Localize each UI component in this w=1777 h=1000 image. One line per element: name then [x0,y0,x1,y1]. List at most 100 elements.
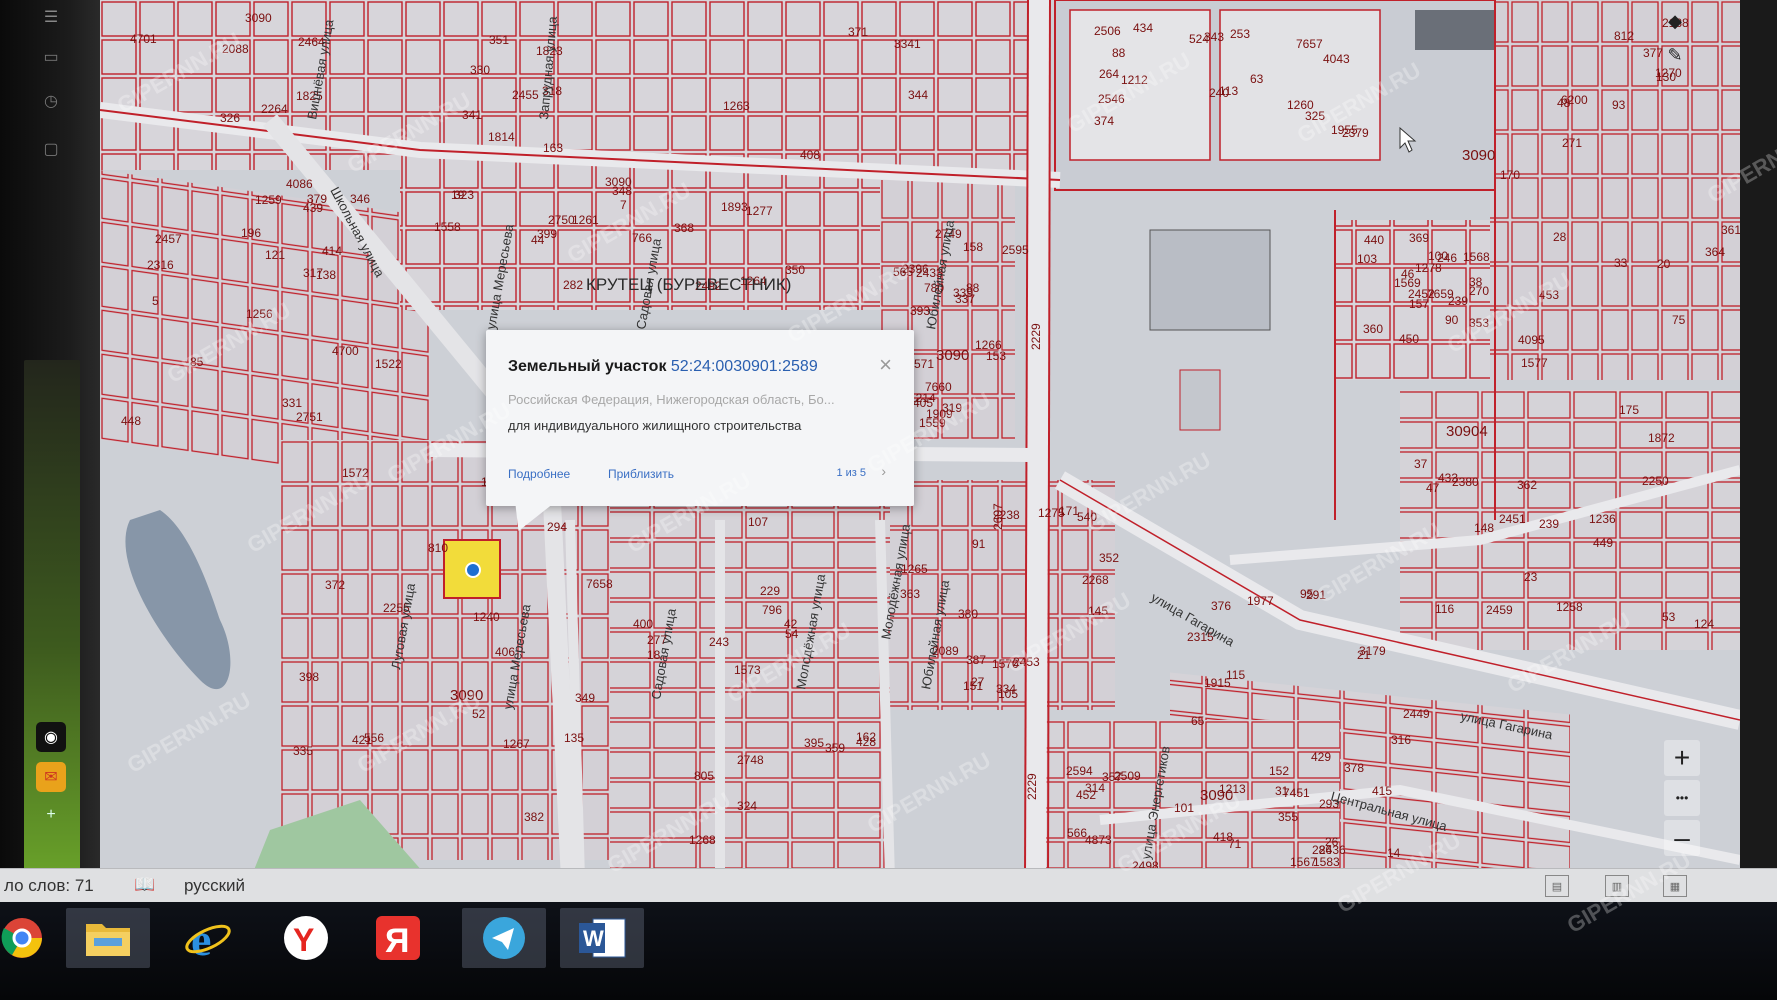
yandex-browser-icon[interactable]: Y [264,908,348,968]
parcel-number[interactable]: 452 [1076,788,1096,802]
parcel-number[interactable]: 2457 [155,232,182,246]
parcel-number[interactable]: 400 [633,617,653,631]
parcel-number[interactable]: 440 [1364,233,1384,247]
parcel-number[interactable]: 151 [963,679,983,693]
parcel-number[interactable]: 1261 [572,213,599,227]
parcel-number[interactable]: 113 [1219,84,1238,98]
parcel-number[interactable]: 2594 [1066,764,1093,778]
parcel-number[interactable]: 100 [1428,249,1448,263]
parcel-number[interactable]: 124 [1694,617,1714,631]
parcel-number[interactable]: 812 [1614,29,1634,43]
parcel-number[interactable]: 21 [1357,648,1371,662]
parcel-number[interactable]: 163 [543,141,563,155]
parcel-number[interactable]: 23 [1524,570,1538,584]
parcel-number[interactable]: 2449 [1403,707,1430,721]
parcel-number[interactable]: 63 [1250,72,1264,86]
parcel-number[interactable]: 2088 [222,42,249,56]
parcel-number[interactable]: 453 [1539,288,1559,302]
parcel-number[interactable]: 103 [1357,252,1377,266]
parcel-number[interactable]: 382 [524,810,544,824]
more-button[interactable]: ••• [1664,780,1700,816]
parcel-number[interactable]: 271 [1562,136,1582,150]
parcel-number[interactable]: 566 [1067,826,1087,840]
parcel-number[interactable]: 805 [694,769,714,783]
parcel-number[interactable]: 1259 [255,193,282,207]
parcel-number[interactable]: 360 [1363,322,1383,336]
parcel-number[interactable]: 449 [1593,536,1613,550]
parcel-number[interactable]: 565 [893,265,913,279]
parcel-number[interactable]: 540 [1077,510,1097,524]
parcel-number[interactable]: 1583 [1313,855,1340,869]
yandex-icon[interactable]: Я [356,908,440,968]
map-canvas[interactable]: 24552457 76612141240805127512781270123619… [100,0,1740,880]
parcel-number[interactable]: 4043 [1323,52,1350,66]
parcel-number[interactable]: 796 [762,603,782,617]
parcel-number[interactable]: 810 [428,541,448,555]
parcel-number[interactable]: 105 [998,687,1018,701]
zoom-in-button[interactable]: + [1664,740,1700,776]
parcel-number[interactable]: 376 [1211,599,1231,613]
file-explorer-icon[interactable] [66,908,150,968]
parcel-number[interactable]: 28 [1553,230,1567,244]
cadastral-number-link[interactable]: 52:24:0030901:2589 [671,358,818,375]
parcel-number[interactable]: 428 [856,735,876,749]
parcel-number[interactable]: 399 [537,227,557,241]
parcel-number[interactable]: 253 [1230,27,1250,41]
parcel-number[interactable]: 418 [1213,830,1233,844]
parcel-number[interactable]: 48 [1557,96,1571,110]
parcel-number[interactable]: 46 [1401,267,1415,281]
parcel-number[interactable]: 85 [190,355,204,369]
parcel-number[interactable]: 2316 [147,258,174,272]
parcel-number[interactable]: 351 [489,33,509,47]
parcel-number[interactable]: 344 [908,88,928,102]
word-count[interactable]: ло слов: 71 [4,876,94,896]
parcel-number[interactable]: 371 [848,25,868,39]
parcel-number[interactable]: 325 [1305,109,1325,123]
parcel-number[interactable]: 359 [825,741,845,755]
zoom-out-button[interactable]: – [1664,820,1700,856]
parcel-number[interactable]: 316 [1391,733,1411,747]
parcel-number[interactable]: 52 [472,707,486,721]
parcel-number[interactable]: 1268 [689,833,716,847]
parcel-number[interactable]: 355 [1278,810,1298,824]
parcel-number[interactable]: 395 [804,736,824,750]
parcel-number[interactable]: 4095 [1518,333,1545,347]
parcel-number[interactable]: 115 [1226,668,1245,682]
parcel-number[interactable]: 1263 [723,99,750,113]
parcel-number[interactable]: 1577 [1521,356,1548,370]
parcel-number[interactable]: 374 [1094,114,1114,128]
parcel-number[interactable]: 2250 [1642,474,1669,488]
parcel-number[interactable]: 2380 [1452,475,1479,489]
parcel-number[interactable]: 1277 [746,204,773,218]
tool-icon-2[interactable]: ▭ [36,42,66,72]
parcel-number[interactable]: 88 [966,281,980,295]
parcel-number[interactable]: 1814 [488,130,515,144]
parcel-number[interactable]: 2453 [1013,655,1040,669]
parcel-number[interactable]: 331 [282,396,302,410]
parcel-number[interactable]: 1267 [503,737,530,751]
parcel-number[interactable]: 2459 [1486,603,1513,617]
camera-icon[interactable]: ◉ [36,722,66,752]
parcel-number[interactable]: 1572 [342,466,369,480]
parcel-number[interactable]: 448 [121,414,141,428]
parcel-number[interactable]: 361 [1721,223,1740,237]
parcel-number[interactable]: 65 [1191,714,1205,728]
parcel-number[interactable]: 1977 [1247,594,1274,608]
parcel-number[interactable]: 152 [1269,764,1289,778]
parcel-number[interactable]: 158 [963,240,983,254]
parcel-number[interactable]: 19 [451,188,465,202]
parcel-number[interactable]: 429 [1311,750,1331,764]
parcel-number[interactable]: 330 [470,63,490,77]
parcel-number[interactable]: 264 [1099,67,1119,81]
parcel-number[interactable]: 91 [972,537,986,551]
parcel-number[interactable]: 1240 [473,610,500,624]
parcel-number[interactable]: 2436 [1319,843,1346,857]
parcel-number[interactable]: 408 [800,148,820,162]
parcel-number[interactable]: 4086 [286,177,313,191]
parcel-number[interactable]: 335 [293,744,313,758]
parcel-number[interactable]: 170 [1500,168,1520,182]
close-icon[interactable]: × [879,352,892,378]
parcel-number[interactable]: 1872 [1648,431,1675,445]
print-layout-icon[interactable]: ▥ [1605,875,1629,897]
parcel-number[interactable]: 4701 [130,32,157,46]
